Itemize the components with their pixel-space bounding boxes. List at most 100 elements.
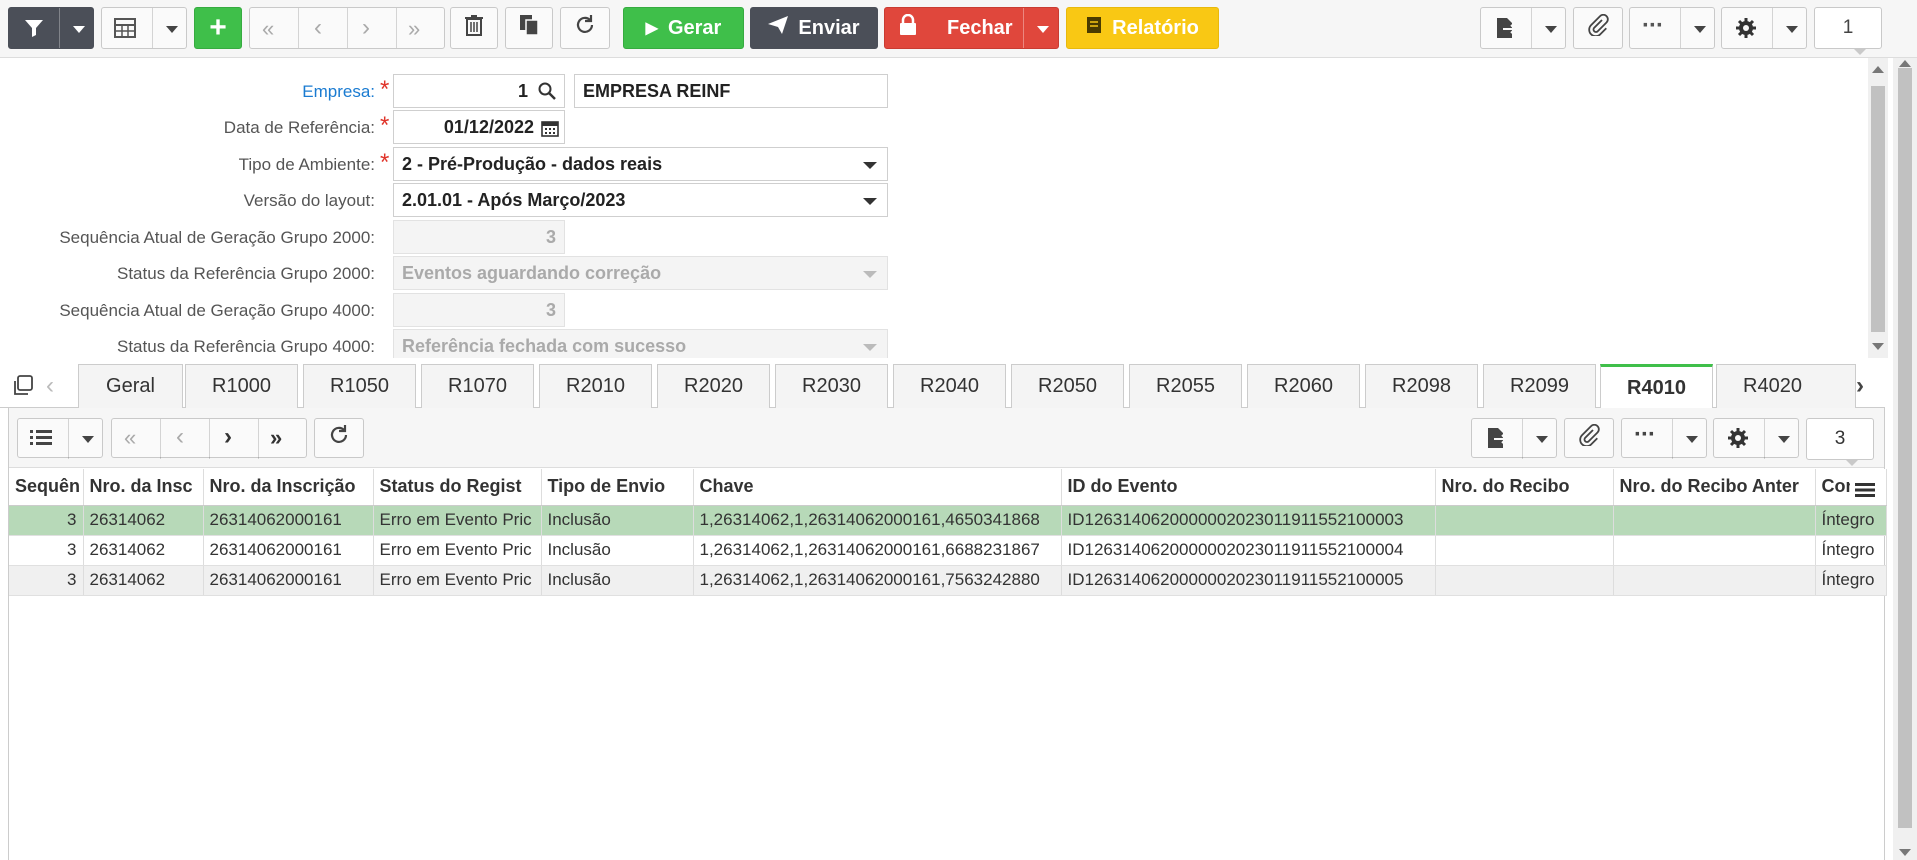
column-header[interactable]: Sequên: [9, 469, 84, 506]
column-menu-icon[interactable]: [1850, 476, 1880, 504]
chevron-down-icon: [82, 436, 94, 443]
fechar-label: Fechar: [947, 16, 1013, 39]
column-header[interactable]: Tipo de Envio: [541, 469, 694, 506]
versao-layout-row: Versão do layout: 2.01.01 - Após Março/2…: [0, 183, 900, 217]
versao-layout-select[interactable]: 2.01.01 - Após Março/2023: [393, 183, 888, 217]
column-header[interactable]: Nro. do Recibo: [1435, 469, 1614, 506]
grid-view-button[interactable]: [101, 7, 187, 49]
expand-panel-icon[interactable]: [12, 375, 34, 402]
seq4000-label: Sequência Atual de Geração Grupo 4000:: [59, 301, 375, 320]
tabs-scroll-left-icon[interactable]: ‹: [46, 372, 54, 400]
tab-r2055[interactable]: R2055: [1129, 364, 1242, 408]
page-scrollbar[interactable]: [1893, 58, 1917, 860]
tipo-ambiente-select[interactable]: 2 - Pré-Produção - dados reais: [393, 147, 888, 181]
first-record-icon[interactable]: «: [124, 425, 136, 451]
search-icon[interactable]: [538, 82, 556, 105]
ellipsis-icon: ···: [1642, 12, 1664, 39]
play-icon: ▶: [645, 20, 658, 37]
table-row[interactable]: 3 26314062 26314062000161 Erro em Evento Pr…: [9, 535, 1887, 566]
record-counter[interactable]: 1: [1814, 7, 1882, 55]
column-header[interactable]: ID do Evento: [1061, 469, 1436, 506]
add-button[interactable]: +: [194, 7, 242, 49]
column-header[interactable]: Nro. da Inscrição: [203, 469, 374, 506]
gerar-button[interactable]: ▶ Gerar: [623, 7, 744, 49]
table-row[interactable]: 3 26314062 26314062000161 Erro em Evento Pr…: [9, 565, 1887, 596]
grid-export-button[interactable]: [1471, 418, 1557, 459]
grid-refresh-button[interactable]: [314, 418, 364, 458]
column-header[interactable]: Nro. do Recibo Anter: [1613, 469, 1816, 506]
next-record-icon[interactable]: ›: [224, 423, 232, 451]
scroll-up-icon[interactable]: [1872, 66, 1884, 73]
record-nav-group: « ‹ › »: [249, 7, 445, 49]
tab-r2020[interactable]: R2020: [657, 364, 770, 408]
tab-r4020[interactable]: R4020: [1716, 364, 1856, 408]
export-button[interactable]: [1480, 7, 1566, 49]
attachment-button[interactable]: [1573, 7, 1623, 49]
tab-r1000[interactable]: R1000: [185, 364, 298, 408]
grid-record-counter[interactable]: 3: [1806, 418, 1874, 466]
refresh-button[interactable]: [560, 7, 610, 49]
form-scrollbar[interactable]: [1868, 58, 1888, 358]
last-record-icon[interactable]: »: [270, 425, 282, 451]
table-cell: ID1263140620000002023011911552100004: [1061, 535, 1436, 566]
scroll-thumb[interactable]: [1871, 86, 1885, 332]
scroll-thumb[interactable]: [1898, 68, 1912, 828]
empresa-label[interactable]: Empresa:: [0, 82, 375, 102]
scroll-down-icon[interactable]: [1899, 849, 1911, 856]
tab-r2060[interactable]: R2060: [1247, 364, 1360, 408]
tab-r2050[interactable]: R2050: [1011, 364, 1124, 408]
copy-button[interactable]: [505, 7, 553, 49]
enviar-button[interactable]: Enviar: [750, 7, 878, 49]
grid-more-button[interactable]: ···: [1621, 418, 1707, 459]
settings-button[interactable]: [1721, 7, 1807, 49]
grid-list-button[interactable]: [17, 418, 103, 459]
tab-r2040[interactable]: R2040: [893, 364, 1006, 408]
seq2000-label: Sequência Atual de Geração Grupo 2000:: [59, 228, 375, 247]
tab-r4010[interactable]: R4010: [1600, 364, 1713, 409]
chevron-down-icon: [1686, 436, 1698, 443]
column-header[interactable]: Chave: [693, 469, 1062, 506]
table-row[interactable]: 3 26314062 26314062000161 Erro em Evento Pr…: [9, 505, 1887, 536]
delete-button[interactable]: [450, 7, 498, 49]
scroll-up-icon[interactable]: [1899, 60, 1911, 67]
column-header[interactable]: Nro. da Insc: [83, 469, 204, 506]
table-cell: [1435, 505, 1614, 536]
tab-r2099[interactable]: R2099: [1483, 364, 1596, 408]
scroll-down-icon[interactable]: [1872, 343, 1884, 350]
next-record-icon[interactable]: ›: [362, 14, 370, 42]
paperclip-icon: [1578, 423, 1600, 452]
table-cell: [1435, 565, 1614, 596]
data-referencia-input[interactable]: 01/12/2022: [393, 110, 565, 144]
chevron-down-icon: [1545, 26, 1557, 33]
required-marker: *: [380, 149, 390, 176]
enviar-label: Enviar: [798, 16, 860, 39]
tabs-scroll-right-icon[interactable]: ›: [1856, 372, 1864, 400]
tab-r1070[interactable]: R1070: [421, 364, 534, 408]
more-options-button[interactable]: ···: [1629, 7, 1715, 49]
grid-attachment-button[interactable]: [1564, 418, 1614, 458]
tab-r2098[interactable]: R2098: [1365, 364, 1478, 408]
tab-geral[interactable]: Geral: [78, 364, 183, 408]
seq2000-field: 3: [393, 220, 565, 254]
last-record-icon[interactable]: »: [408, 16, 420, 42]
prev-record-icon[interactable]: ‹: [176, 423, 184, 451]
table-cell: 26314062000161: [203, 535, 374, 566]
table-cell: [1613, 565, 1816, 596]
first-record-icon[interactable]: «: [262, 16, 274, 42]
table-cell: 1,26314062,1,26314062000161,7563242880: [693, 565, 1062, 596]
grid-settings-button[interactable]: [1713, 418, 1799, 459]
status4000-row: Status da Referência Grupo 4000: Referên…: [0, 329, 900, 358]
table-cell: 26314062000161: [203, 565, 374, 596]
versao-layout-label: Versão do layout:: [243, 191, 375, 210]
fechar-button[interactable]: Fechar: [884, 7, 1059, 49]
table-cell: 1,26314062,1,26314062000161,6688231867: [693, 535, 1062, 566]
empresa-row: Empresa: * 1 EMPRESA REINF: [0, 74, 900, 108]
tab-r2030[interactable]: R2030: [775, 364, 888, 408]
relatorio-button[interactable]: Relatório: [1066, 7, 1219, 49]
tab-r1050[interactable]: R1050: [303, 364, 416, 408]
column-header[interactable]: Status do Regist: [373, 469, 542, 506]
prev-record-icon[interactable]: ‹: [314, 14, 322, 42]
calendar-icon[interactable]: [541, 119, 559, 142]
tab-r2010[interactable]: R2010: [539, 364, 652, 408]
filter-button[interactable]: [8, 7, 94, 49]
